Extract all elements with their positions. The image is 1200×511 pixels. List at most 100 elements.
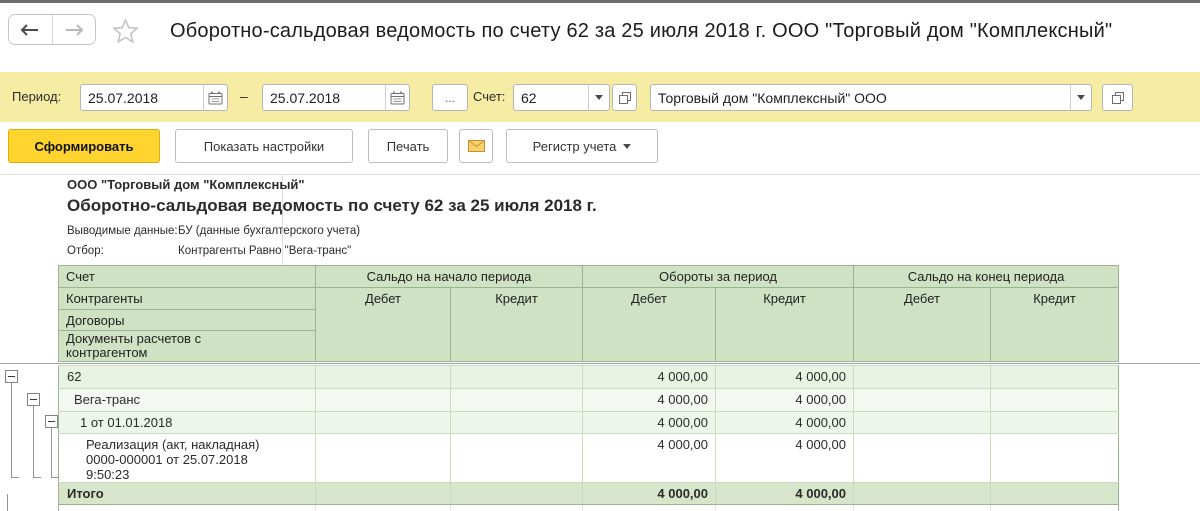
chevron-down-icon [595,95,603,100]
cell-turnover-credit[interactable]: 4 000,00 [715,365,854,389]
meta-value: БУ (данные бухгалтерского учета) [178,225,361,237]
cell-turnover-credit[interactable]: 4 000,00 [715,411,854,434]
chevron-down-icon [623,143,632,149]
cell-closing-credit[interactable] [990,388,1119,412]
organization-field[interactable]: Торговый дом "Комплексный" ООО [650,84,1092,111]
header-account: Счет [58,265,316,288]
row-label[interactable]: Вега-транс [58,388,316,412]
report-organization: ООО "Торговый дом "Комплексный" [67,177,305,192]
envelope-icon [467,140,485,152]
report-window: Оборотно-сальдовая ведомость по счету 62… [0,0,1200,511]
row-label[interactable]: 1 от 01.01.2018 [58,411,316,434]
header-credit: Кредит [990,287,1120,362]
cell-closing-credit[interactable] [990,433,1119,483]
send-email-button[interactable] [459,129,493,163]
table-row-counterparty[interactable]: Вега-транс 4 000,00 4 000,00 [58,388,1119,412]
header-contracts: Договоры [58,309,316,331]
cell-turnover-debit[interactable]: 4 000,00 [582,482,716,505]
tree-line [51,428,52,477]
accounting-register-label: Регистр учета [532,138,617,154]
period-to-field[interactable]: 25.07.2018 [262,84,410,111]
period-label: Период: [12,89,62,104]
cell-opening-credit[interactable] [450,433,583,483]
row-label[interactable]: Итого [58,482,316,505]
page-title: Оборотно-сальдовая ведомость по счету 62… [170,20,1113,42]
table-row-account-62[interactable]: 62 4 000,00 4 000,00 [58,365,1119,389]
organization-dropdown-button[interactable] [1070,85,1091,110]
account-dropdown-button[interactable] [588,85,609,110]
filter-panel: Период: 25.07.2018 – 25.07.2018 ... Счет… [0,72,1200,122]
report-table-body: 62 4 000,00 4 000,00 Вега-транс 4 000,00… [58,365,1119,511]
row-label[interactable]: Реализация (акт, накладная) 0000-000001 … [58,433,316,483]
account-value[interactable]: 62 [514,90,588,106]
cell-turnover-debit[interactable]: 4 000,00 [582,411,716,434]
meta-label: Выводимые данные: [67,225,178,237]
cell-opening-credit[interactable] [450,365,583,389]
header-debit: Дебет [315,287,451,362]
report-meta-row: Выводимые данные: БУ (данные бухгалтерск… [67,225,360,237]
nav-history-group [8,14,96,45]
cell-opening-debit[interactable] [315,482,451,505]
cell-closing-debit[interactable] [853,411,991,434]
report-meta-row: Отбор: Контрагенты Равно "Вега-транс" [67,245,351,257]
account-field[interactable]: 62 [513,84,610,111]
table-row-contract[interactable]: 1 от 01.01.2018 4 000,00 4 000,00 [58,411,1119,434]
cell-closing-credit[interactable] [990,482,1119,505]
back-button[interactable] [9,15,53,44]
header-credit: Кредит [449,287,584,362]
back-arrow-icon [20,23,39,36]
period-from-calendar-button[interactable] [203,85,227,110]
cell-turnover-debit[interactable]: 4 000,00 [582,365,716,389]
forward-button[interactable] [53,15,96,44]
cell-opening-debit[interactable] [315,433,451,483]
cell-closing-debit[interactable] [853,433,991,483]
header-debit: Дебет [853,287,992,362]
header-counterparties: Контрагенты [58,287,316,310]
cell-opening-credit[interactable] [450,388,583,412]
period-dash: – [240,88,248,104]
header-closing-balance: Сальдо на конец периода [853,265,1120,288]
cell-opening-credit[interactable] [450,411,583,434]
favorite-star-icon[interactable] [112,17,139,44]
cell-closing-credit[interactable] [990,365,1119,389]
account-open-button[interactable] [612,84,637,111]
organization-value[interactable]: Торговый дом "Комплексный" ООО [651,90,1070,106]
cell-opening-debit[interactable] [315,411,451,434]
forward-arrow-icon [65,23,84,36]
row-label[interactable]: 62 [58,365,316,389]
report-table-header: Счет Сальдо на начало периода Обороты за… [58,265,1120,362]
table-row-total[interactable]: Итого 4 000,00 4 000,00 [58,482,1119,505]
cell-turnover-credit[interactable]: 4 000,00 [715,433,854,483]
generate-button[interactable]: Сформировать [8,129,160,163]
collapse-group-counterparty-icon[interactable] [27,393,40,406]
header-settlement-documents: Документы расчетов с контрагентом [58,330,316,362]
cell-turnover-debit[interactable]: 4 000,00 [582,388,716,412]
tree-line [33,477,41,478]
print-button[interactable]: Печать [368,129,448,163]
show-settings-button[interactable]: Показать настройки [175,129,353,163]
calendar-icon [390,91,405,104]
accounting-register-button[interactable]: Регистр учета [506,129,658,163]
cell-opening-credit[interactable] [450,482,583,505]
cell-closing-debit[interactable] [853,388,991,412]
cell-opening-debit[interactable] [315,365,451,389]
period-from-field[interactable]: 25.07.2018 [80,84,228,111]
table-row-document[interactable]: Реализация (акт, накладная) 0000-000001 … [58,433,1119,483]
period-to-value[interactable]: 25.07.2018 [263,90,385,106]
cell-turnover-debit[interactable]: 4 000,00 [582,433,716,483]
collapse-group-contract-icon[interactable] [45,415,58,428]
cell-turnover-credit[interactable]: 4 000,00 [715,482,854,505]
meta-label: Отбор: [67,245,104,257]
period-to-calendar-button[interactable] [385,85,409,110]
cell-opening-debit[interactable] [315,388,451,412]
header-debit: Дебет [582,287,717,362]
cell-turnover-credit[interactable]: 4 000,00 [715,388,854,412]
cell-closing-debit[interactable] [853,482,991,505]
period-from-value[interactable]: 25.07.2018 [81,90,203,106]
header-period-turnover: Обороты за период [582,265,855,288]
cell-closing-credit[interactable] [990,411,1119,434]
organization-open-button[interactable] [1102,84,1133,111]
cell-closing-debit[interactable] [853,365,991,389]
collapse-group-account-icon[interactable] [5,370,18,383]
period-variant-button[interactable]: ... [432,84,468,111]
